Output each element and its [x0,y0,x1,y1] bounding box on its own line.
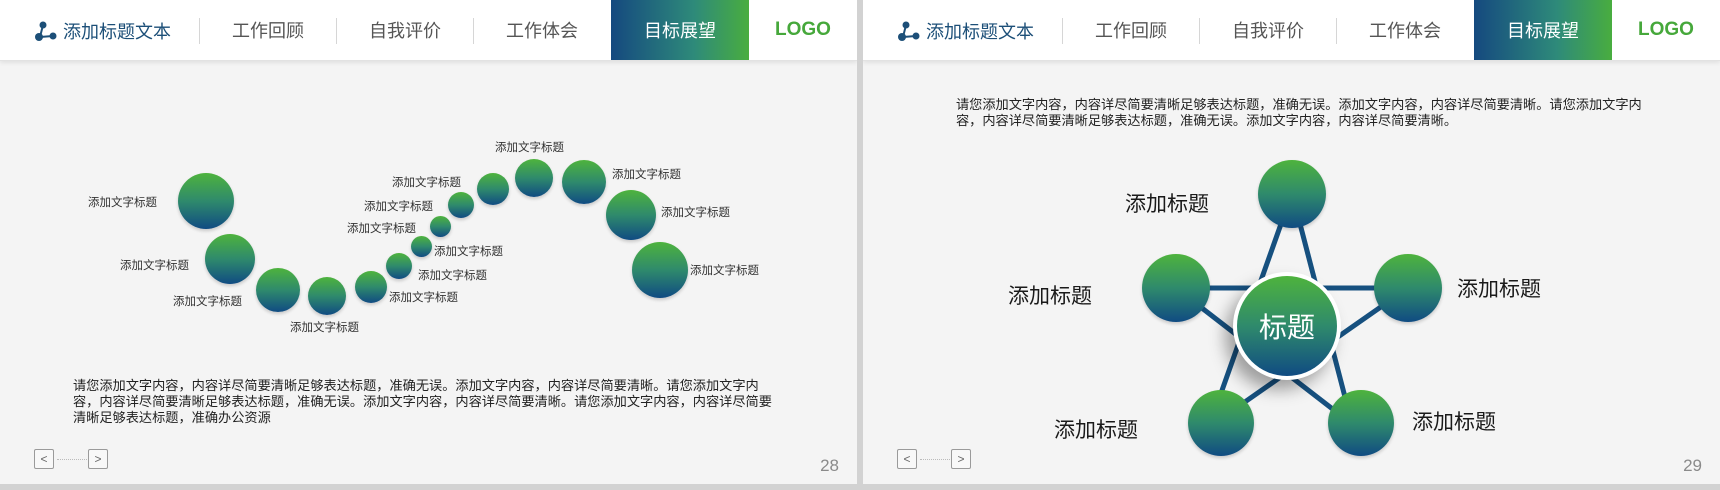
wave-node [448,192,474,218]
node-label: 添加文字标题 [347,223,416,235]
star-node-top [1258,160,1326,228]
wave-node [256,268,300,312]
wave-node [562,160,606,204]
brand-title: 添加标题文本 [63,22,171,42]
wave-node [308,277,346,315]
node-label: 添加文字标题 [434,246,503,258]
logo: LOGO [775,19,831,40]
slide-28: 添加标题文本 工作回顾 自我评价 工作体会 目标展望 LOGO 添加文字标题 添… [0,0,857,484]
page-number: 29 [1683,456,1702,475]
tab-work-review[interactable]: 工作回顾 [200,0,336,60]
wave-node [606,190,656,240]
node-label: 添加文字标题 [364,201,433,213]
wave-node [178,173,234,229]
center-node: 标题 [1233,272,1341,380]
star-node-bottom-left [1188,390,1254,456]
node-label: 添加文字标题 [173,296,242,308]
wave-node [386,253,412,279]
star-node-left [1142,254,1210,322]
slide-29: 添加标题文本 工作回顾 自我评价 工作体会 目标展望 LOGO 请您添加文字内容… [863,0,1720,484]
body-paragraph: 请您添加文字内容，内容详尽简要清晰足够表达标题，准确无误。添加文字内容，内容详尽… [73,378,772,425]
wave-node [355,271,387,303]
node-label: 添加文字标题 [495,142,564,154]
wave-node [477,173,509,205]
wave-node [430,216,451,237]
node-label: 添加文字标题 [612,169,681,181]
tab-goal-outlook[interactable]: 目标展望 [611,0,749,60]
node-label: 添加文字标题 [418,270,487,282]
star-node-bottom-right [1328,390,1394,456]
star-label-bottom-left: 添加标题 [1054,419,1138,442]
star-label-top: 添加标题 [1125,193,1209,216]
wave-node [205,234,255,284]
star-label-bottom-right: 添加标题 [1412,411,1496,434]
node-label: 添加文字标题 [290,322,359,334]
star-connectors [1174,192,1410,430]
star-node-right [1374,254,1442,322]
wave-node [411,236,432,257]
top-nav: 添加标题文本 工作回顾 自我评价 工作体会 目标展望 LOGO [0,0,857,61]
prev-button[interactable]: < [34,449,54,469]
tab-work-experience[interactable]: 工作体会 [474,0,610,60]
tab-self-evaluation[interactable]: 自我评价 [337,0,473,60]
node-label: 添加文字标题 [690,265,759,277]
next-button[interactable]: > [88,449,108,469]
wave-node [515,159,553,197]
node-label: 添加文字标题 [392,177,461,189]
star-label-right: 添加标题 [1457,278,1541,301]
page-number: 28 [820,456,839,475]
star-label-left: 添加标题 [1008,285,1092,308]
share-icon [35,21,57,41]
node-label: 添加文字标题 [661,207,730,219]
node-label: 添加文字标题 [88,197,157,209]
next-button[interactable]: > [951,449,971,469]
node-label: 添加文字标题 [120,260,189,272]
prev-button[interactable]: < [897,449,917,469]
center-title: 标题 [1237,276,1337,376]
node-label: 添加文字标题 [389,292,458,304]
wave-node [632,242,688,298]
brand[interactable]: 添加标题文本 [34,18,171,44]
